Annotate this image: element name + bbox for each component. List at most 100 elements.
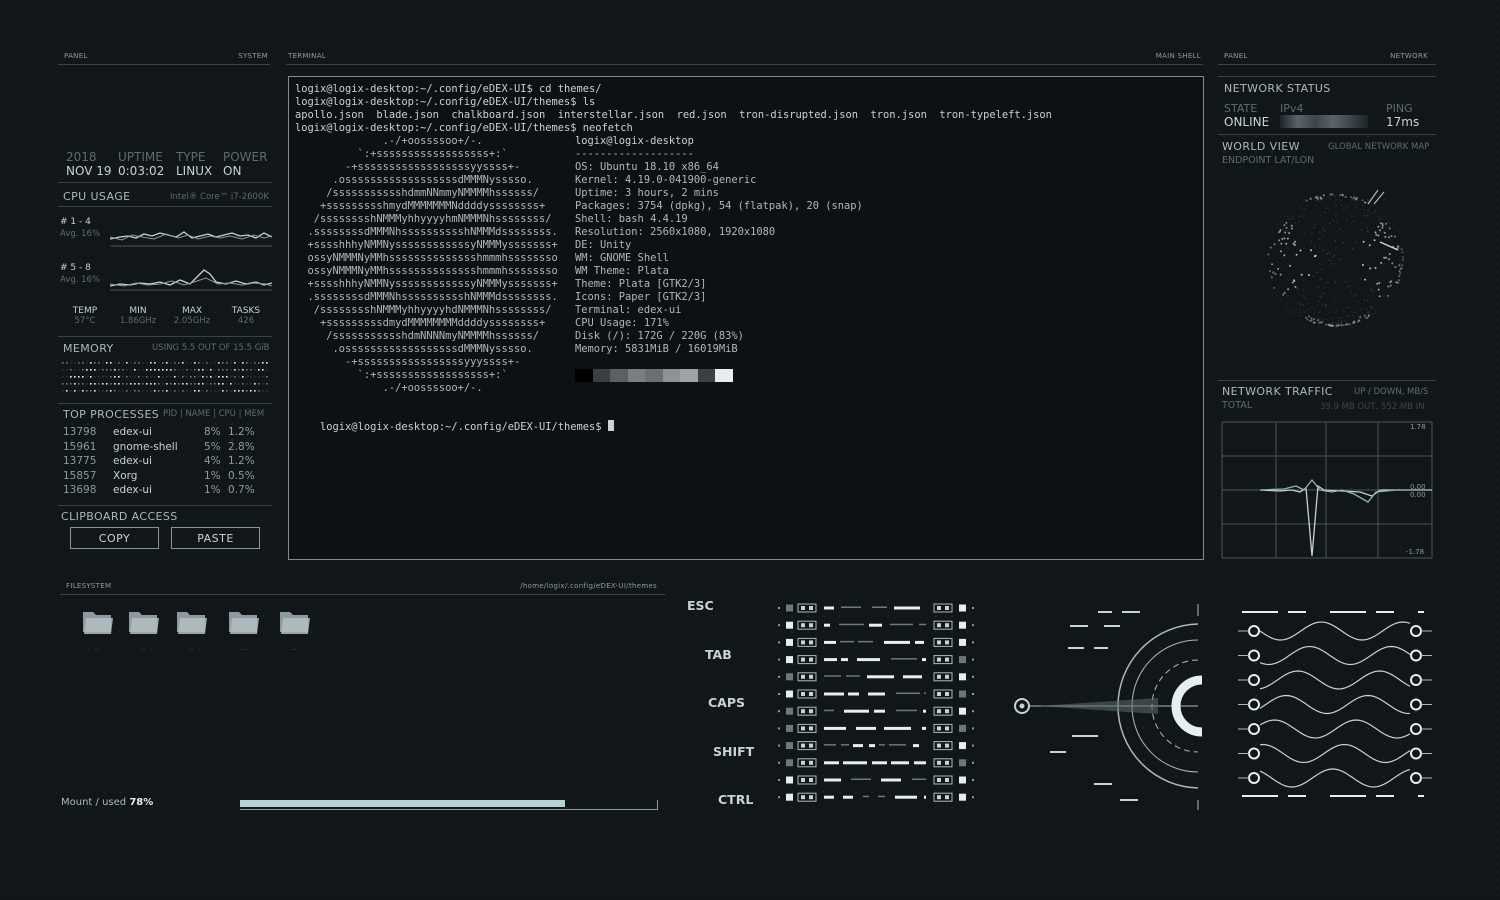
key-ctrl[interactable]: CTRL	[718, 792, 753, 807]
folder-item[interactable]: ..	[227, 608, 261, 654]
axis-top: 1.78	[1410, 423, 1426, 431]
neofetch-info-line: Memory: 5831MiB / 16019MiB	[575, 343, 738, 355]
tasks-label: TASKS	[231, 306, 261, 316]
key-esc[interactable]: ESC	[687, 598, 714, 613]
memory-cell	[218, 376, 220, 378]
memory-cell	[262, 383, 264, 385]
copy-button[interactable]: COPY	[70, 527, 159, 549]
memory-cell	[194, 369, 196, 371]
memory-cell	[190, 376, 192, 378]
memory-cell	[162, 390, 164, 392]
memory-cell	[218, 369, 220, 371]
cpu-group-2-avg: Avg. 16%	[60, 275, 101, 285]
memory-cell	[146, 369, 148, 371]
neofetch-info-line: Theme: Plata [GTK2/3]	[575, 278, 707, 290]
terminal-window[interactable]: logix@logix-desktop:~/.config/eDEX-UI$ c…	[288, 76, 1204, 560]
memory-cell	[182, 390, 184, 392]
memory-cell	[98, 362, 100, 364]
endpoint-label: ENDPOINT LAT/LON	[1222, 155, 1315, 166]
wave-row	[1238, 719, 1432, 739]
memory-cell	[182, 369, 184, 371]
folder-icon	[177, 612, 207, 634]
memory-cell	[206, 362, 208, 364]
memory-cell	[86, 390, 88, 392]
memory-cell	[110, 362, 112, 364]
memory-cell	[186, 362, 188, 364]
memory-cell	[150, 383, 152, 385]
paste-button[interactable]: PASTE	[171, 527, 260, 549]
folder-item[interactable]: ..	[175, 608, 209, 654]
memory-cell	[222, 383, 224, 385]
radial-hud	[1014, 604, 1203, 810]
memory-cell	[210, 383, 212, 385]
memory-cell	[130, 376, 132, 378]
terminal-line-1: logix@logix-desktop:~/.config/eDEX-UI$ c…	[295, 83, 602, 95]
memory-cell	[246, 376, 248, 378]
memory-cell	[162, 362, 164, 364]
total-value: 39.9 MB OUT, 552 MB IN	[1320, 402, 1425, 412]
memory-cell	[226, 376, 228, 378]
key-shift[interactable]: SHIFT	[713, 744, 754, 759]
folder-item[interactable]: ..	[127, 608, 161, 654]
memory-cell	[178, 369, 180, 371]
memory-cell	[162, 369, 164, 371]
neofetch-info-line: Terminal: edex-ui	[575, 304, 682, 316]
memory-cell	[166, 376, 168, 378]
memory-cell	[210, 390, 212, 392]
memory-cell	[138, 362, 140, 364]
neofetch-info-line: Shell: bash 4.4.19	[575, 213, 688, 225]
temp-value: 57°C	[74, 316, 96, 326]
memory-cell	[114, 369, 116, 371]
memory-cell	[154, 369, 156, 371]
terminal-prompt[interactable]: logix@logix-desktop:~/.config/eDEX-UI/th…	[295, 407, 614, 447]
terminal-sub: MAIN SHELL	[1155, 52, 1201, 60]
max-label: MAX	[181, 306, 203, 316]
type-value: LINUX	[176, 164, 213, 178]
memory-cell	[82, 390, 84, 392]
memory-cell	[142, 369, 144, 371]
memory-cell	[134, 383, 136, 385]
process-cpu: 1%	[204, 484, 221, 496]
memory-cell	[190, 383, 192, 385]
memory-cell	[150, 390, 152, 392]
memory-cell	[246, 390, 248, 392]
cpu-group-1-label: # 1 - 4	[60, 217, 91, 227]
memory-title: MEMORY	[63, 342, 114, 355]
memory-cell	[242, 390, 244, 392]
memory-cell	[158, 390, 160, 392]
memory-cell	[94, 376, 96, 378]
memory-cell	[238, 383, 240, 385]
memory-cell	[150, 376, 152, 378]
memory-cell	[174, 390, 176, 392]
wave-hud	[1238, 611, 1432, 797]
memory-cell	[194, 376, 196, 378]
memory-cell	[230, 383, 232, 385]
memory-cell	[146, 383, 148, 385]
memory-cell	[110, 383, 112, 385]
memory-cell	[222, 376, 224, 378]
memory-cell	[250, 376, 252, 378]
memory-cell	[166, 362, 168, 364]
memory-cell	[234, 383, 236, 385]
memory-cell	[222, 362, 224, 364]
memory-cell	[162, 376, 164, 378]
memory-cell	[138, 376, 140, 378]
left-panel-title: PANEL	[64, 52, 88, 60]
memory-cell	[118, 376, 120, 378]
memory-cell	[86, 383, 88, 385]
memory-cell	[146, 362, 148, 364]
cursor	[607, 420, 614, 431]
memory-cell	[134, 376, 136, 378]
folder-item[interactable]: ..	[81, 608, 115, 654]
key-tab[interactable]: TAB	[705, 647, 732, 662]
key-caps[interactable]: CAPS	[708, 695, 745, 710]
memory-cell	[102, 376, 104, 378]
processes-title: TOP PROCESSES	[63, 408, 160, 421]
network-status-title: NETWORK STATUS	[1224, 82, 1331, 95]
wave-row	[1238, 768, 1432, 788]
memory-cell	[262, 369, 264, 371]
left-panel-sub: SYSTEM	[238, 52, 268, 60]
memory-cell	[110, 369, 112, 371]
folder-item[interactable]: ..	[278, 608, 312, 654]
key-row-graphic	[778, 792, 974, 802]
